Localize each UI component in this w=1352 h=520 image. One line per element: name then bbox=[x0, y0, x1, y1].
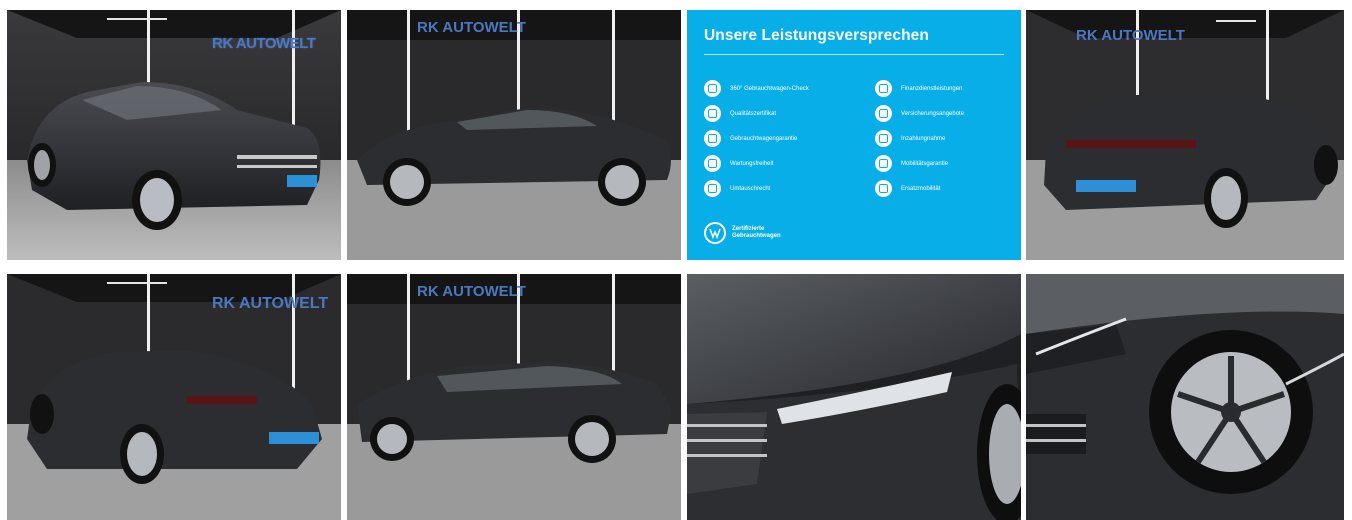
vw-logo-icon bbox=[704, 222, 726, 244]
promise-item-label: Qualitätszertifikat bbox=[730, 110, 777, 117]
replacement-car-icon bbox=[875, 180, 892, 197]
car-icon bbox=[875, 155, 892, 172]
gallery-photo-headlight-detail[interactable] bbox=[687, 274, 1021, 520]
gallery-photo-rear-left[interactable]: RK AUTOWELT bbox=[7, 274, 341, 520]
car-rear-left-image: RK AUTOWELT bbox=[7, 274, 341, 520]
badge-line-1: Zertifizierte bbox=[732, 226, 765, 232]
finance-icon bbox=[875, 80, 892, 97]
gallery-photo-rear-three-quarter[interactable]: RK AUTOWELT bbox=[1026, 10, 1344, 260]
gallery-photo-wheel-detail[interactable] bbox=[1026, 274, 1344, 520]
promise-item-label: Gebrauchtwagengarantie bbox=[730, 135, 798, 142]
certificate-icon bbox=[704, 105, 721, 122]
photo-gallery: RK AUTOWELT RK AUTOWELT Unsere Leistungs… bbox=[0, 0, 1352, 520]
car-side-right-image: RK AUTOWELT bbox=[347, 10, 681, 260]
gallery-photo-side-right[interactable]: RK AUTOWELT bbox=[347, 10, 681, 260]
promise-item-label: Umtauschrecht bbox=[730, 185, 771, 192]
promise-list: 360° Gebrauchtwagen-Check Finanzdienstle… bbox=[704, 78, 1011, 199]
car-side-left-image: RK AUTOWELT bbox=[347, 274, 681, 520]
brand-sign-text: RK AUTOWELT bbox=[417, 283, 526, 300]
promise-item: 360° Gebrauchtwagen-Check bbox=[704, 78, 875, 99]
promise-item-label: Versicherungsangebote bbox=[901, 110, 965, 117]
brand-sign-text: RK AUTOWELT bbox=[417, 19, 526, 36]
promise-item-label: Ersatzmobilität bbox=[901, 185, 941, 192]
promise-item: Umtauschrecht bbox=[704, 178, 875, 199]
exchange-icon bbox=[704, 180, 721, 197]
promise-item: Mobilitätsgarantie bbox=[875, 153, 1011, 174]
promise-item-label: Inzahlungnahme bbox=[901, 135, 946, 142]
promise-item-label: Wartungsfreiheit bbox=[730, 160, 774, 167]
car-front-quarter-image: RK AUTOWELT bbox=[7, 10, 341, 260]
gallery-photo-front-three-quarter[interactable]: RK AUTOWELT bbox=[7, 10, 341, 260]
brand-sign-text: RK AUTOWELT bbox=[212, 295, 328, 312]
promise-item-label: Mobilitätsgarantie bbox=[901, 160, 949, 167]
promise-title: Unsere Leistungsversprechen bbox=[704, 27, 929, 44]
insurance-icon bbox=[875, 105, 892, 122]
brand-sign-text: RK AUTOWELT bbox=[212, 35, 316, 52]
promise-item-label: 360° Gebrauchtwagen-Check bbox=[730, 85, 809, 92]
promise-item: Qualitätszertifikat bbox=[704, 103, 875, 124]
certified-used-badge: Zertifizierte Gebrauchtwagen bbox=[704, 222, 781, 244]
divider bbox=[704, 54, 1004, 55]
promise-item: Finanzdienstleistungen bbox=[875, 78, 1011, 99]
shield-icon bbox=[704, 130, 721, 147]
promise-item: Versicherungsangebote bbox=[875, 103, 1011, 124]
brand-sign-text: RK AUTOWELT bbox=[1076, 27, 1185, 44]
service-promise-panel[interactable]: Unsere Leistungsversprechen 360° Gebrauc… bbox=[687, 10, 1021, 260]
promise-item-label: Finanzdienstleistungen bbox=[901, 85, 963, 92]
car-rear-quarter-image: RK AUTOWELT bbox=[1026, 10, 1344, 260]
badge-line-2: Gebrauchtwagen bbox=[732, 233, 781, 239]
wrench-icon bbox=[704, 155, 721, 172]
promise-item: Inzahlungnahme bbox=[875, 128, 1011, 149]
headlight-detail-image bbox=[687, 274, 1021, 520]
promise-item: Gebrauchtwagengarantie bbox=[704, 128, 875, 149]
gallery-photo-side-left[interactable]: RK AUTOWELT bbox=[347, 274, 681, 520]
trade-in-icon bbox=[875, 130, 892, 147]
promise-item: Wartungsfreiheit bbox=[704, 153, 875, 174]
promise-item: Ersatzmobilität bbox=[875, 178, 1011, 199]
check-circle-icon bbox=[704, 80, 721, 97]
wheel-detail-image bbox=[1026, 274, 1344, 520]
